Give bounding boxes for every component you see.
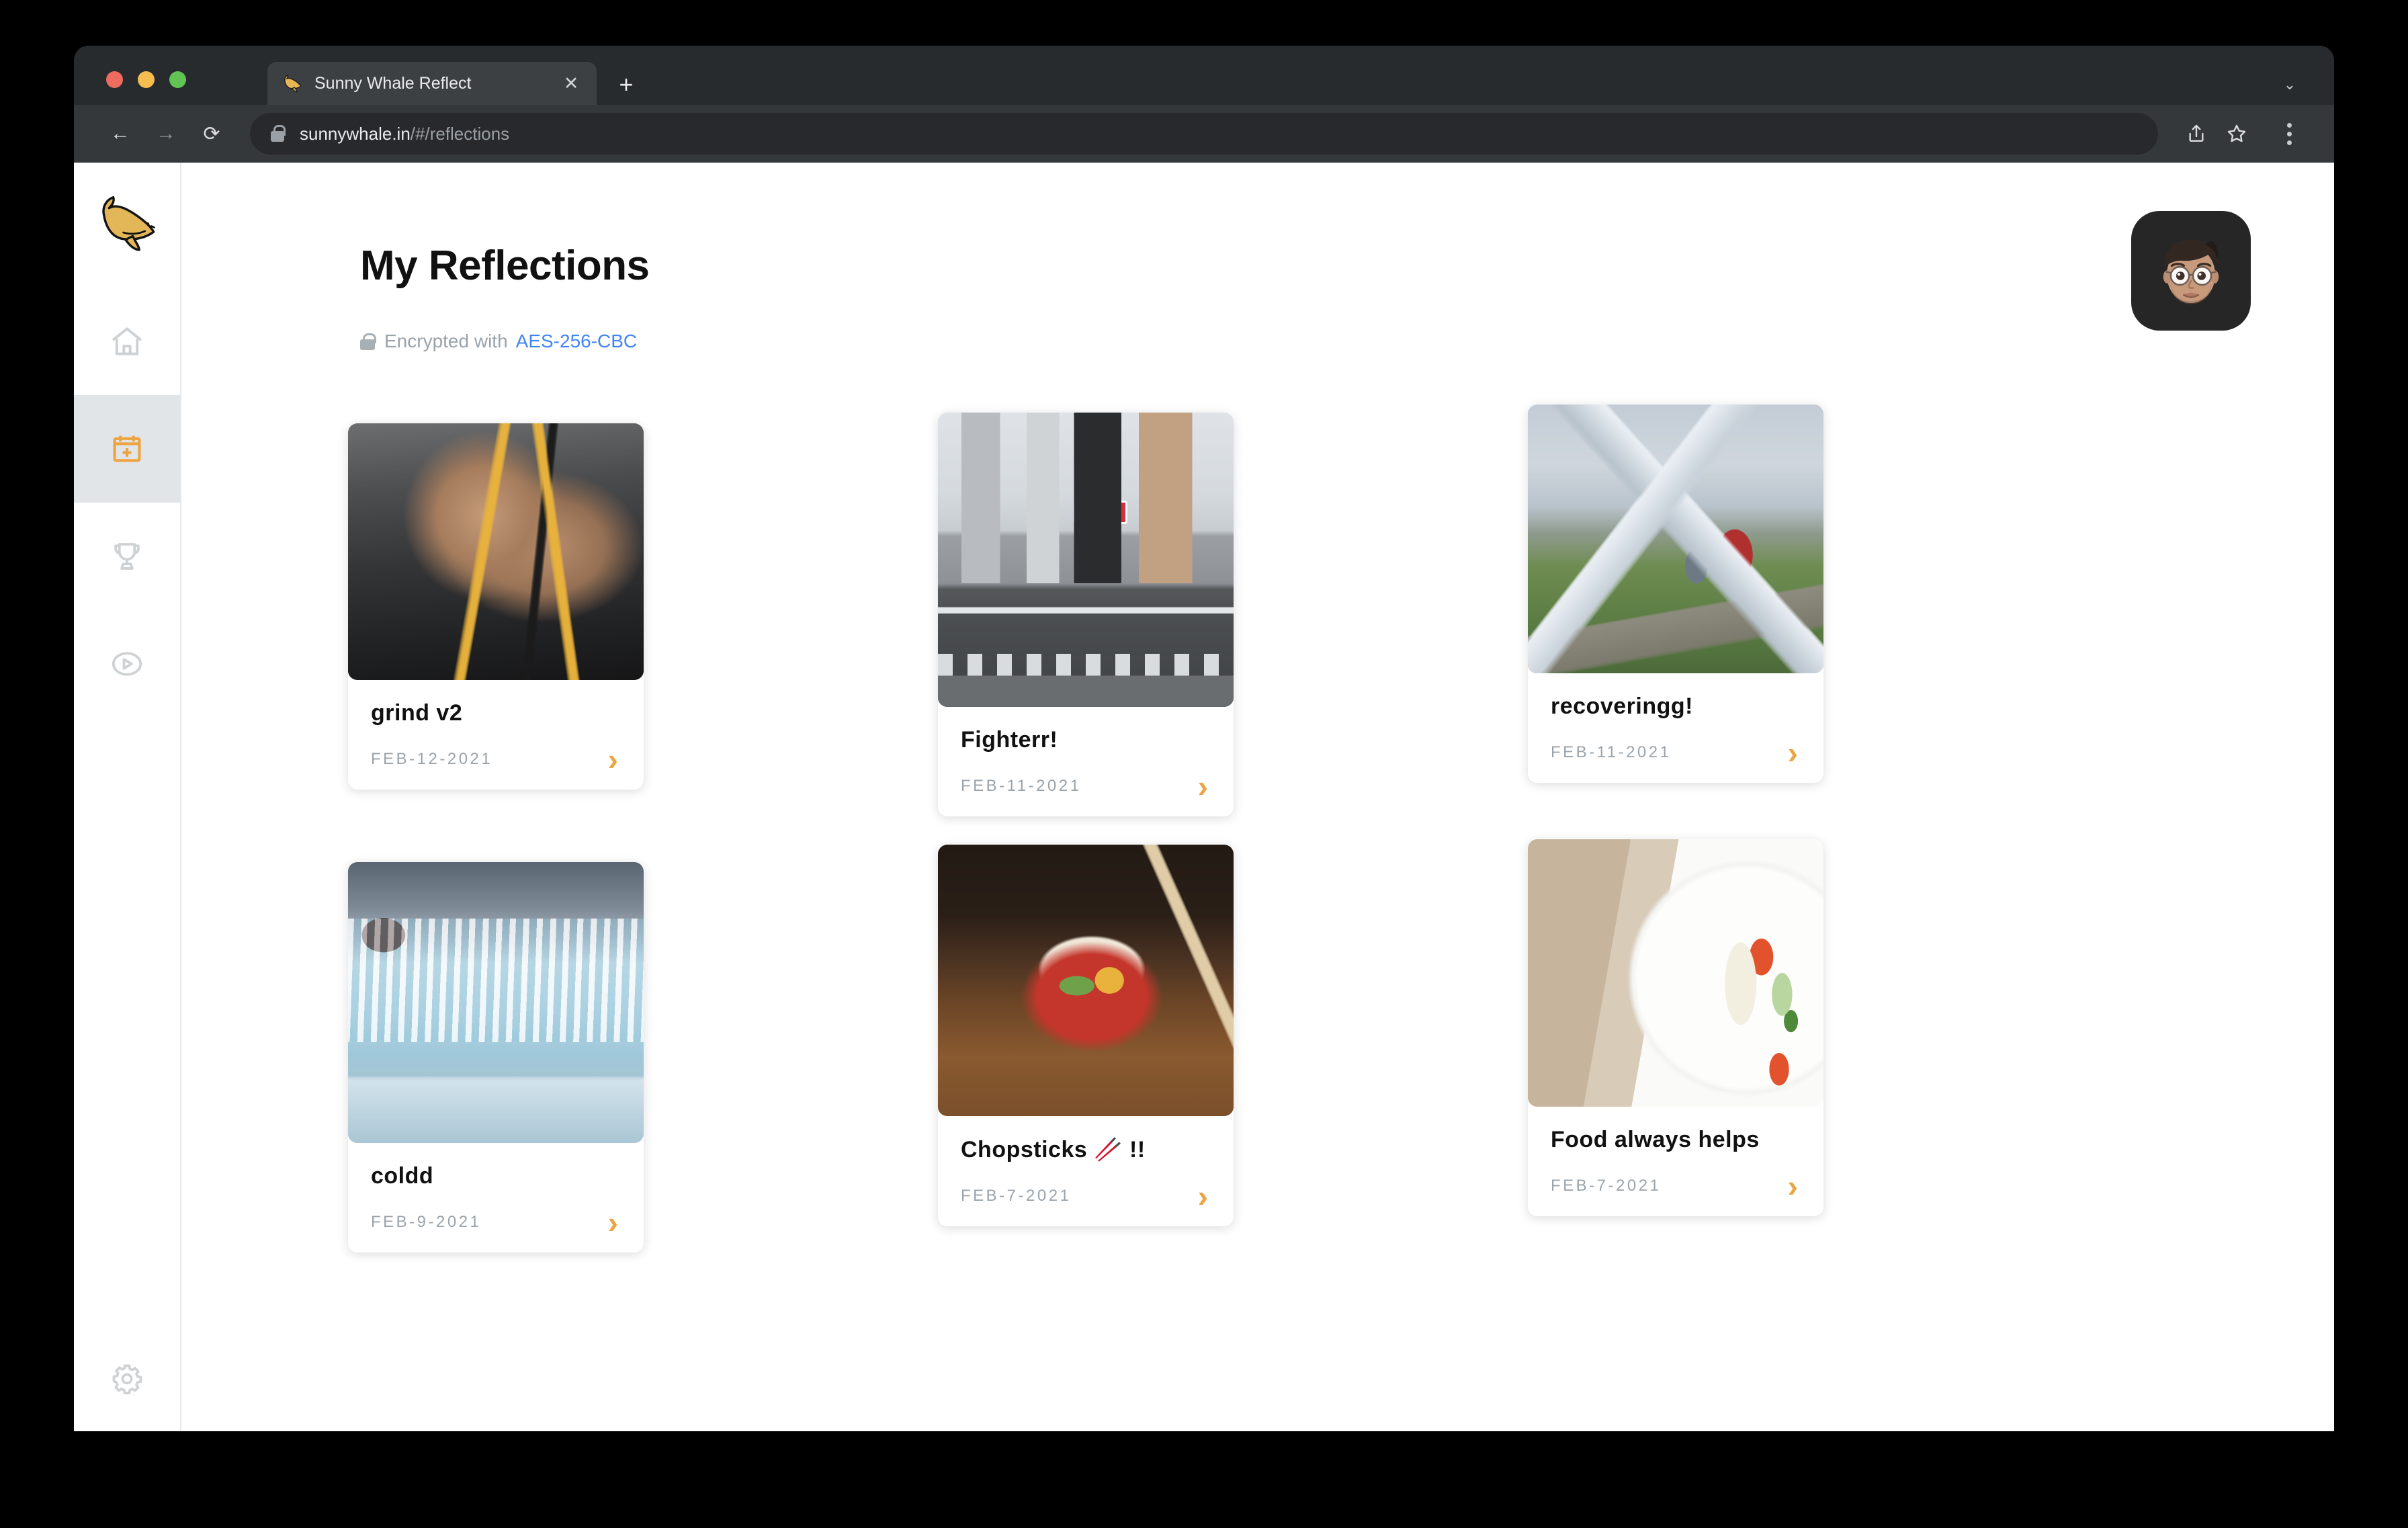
chevron-right-icon[interactable]: › [608, 744, 618, 775]
card-footer: FEB-9-2021 › [371, 1207, 621, 1238]
reflection-date: FEB-11-2021 [961, 777, 1082, 795]
lock-icon [269, 124, 286, 144]
window-controls[interactable] [106, 71, 186, 88]
reflection-photo-glacier-ice [348, 862, 644, 1143]
card-body: coldd FEB-9-2021 › [348, 1143, 644, 1253]
whale-icon [281, 72, 304, 95]
close-tab-button[interactable]: ✕ [559, 71, 583, 95]
reflection-photo-mountain-hikers [1528, 405, 1823, 673]
chevron-right-icon[interactable]: › [1788, 1171, 1798, 1201]
user-avatar-memoji [2163, 239, 2219, 304]
reflection-title: Fighterr! [961, 727, 1058, 753]
browser-window: Sunny Whale Reflect ✕ + ⌄ ← → ⟳ sunnywha… [74, 46, 2334, 1431]
reflection-card[interactable]: Food always helps FEB-7-2021 › [1528, 839, 1823, 1216]
minimize-window-button[interactable] [138, 71, 155, 88]
reflection-photo-ramen-bowl [938, 845, 1234, 1116]
encryption-notice: Encrypted with AES-256-CBC [360, 331, 637, 352]
sidebar-item-play[interactable] [74, 610, 180, 718]
trophy-icon [114, 543, 140, 570]
page-title: My Reflections [360, 243, 650, 289]
address-bar[interactable]: sunnywhale.in/#/reflections [250, 113, 2158, 155]
reflection-title: recoveringg! [1551, 693, 1693, 719]
reflection-title: grind v2 [371, 700, 463, 726]
forward-button[interactable]: → [146, 114, 185, 153]
new-tab-button[interactable]: + [611, 70, 641, 99]
card-body: Food always helps FEB-7-2021 › [1528, 1107, 1823, 1216]
sidebar-item-settings[interactable] [74, 1361, 180, 1396]
chevron-down-icon[interactable]: ⌄ [2278, 73, 2302, 97]
url-text: sunnywhale.in/#/reflections [300, 124, 509, 144]
url-path: /#/reflections [410, 123, 510, 144]
reflection-date: FEB-11-2021 [1551, 743, 1672, 761]
chevron-right-icon[interactable]: › [1788, 737, 1798, 768]
card-body: grind v2 FEB-12-2021 › [348, 680, 644, 790]
reflection-card[interactable]: Chopsticks 🥢 !! FEB-7-2021 › [938, 845, 1234, 1226]
reflection-date: FEB-7-2021 [961, 1187, 1072, 1205]
browser-tab[interactable]: Sunny Whale Reflect ✕ [267, 62, 597, 105]
encryption-label: Encrypted with [384, 331, 508, 351]
chevron-right-icon[interactable]: › [608, 1207, 618, 1238]
reflection-card[interactable]: grind v2 FEB-12-2021 › [348, 423, 644, 790]
bookmark-star-icon[interactable] [2219, 116, 2255, 152]
reload-button[interactable]: ⟳ [192, 114, 231, 153]
reflection-title: coldd [371, 1163, 434, 1189]
tab-strip: Sunny Whale Reflect ✕ + ⌄ [74, 46, 2334, 105]
reflection-card[interactable]: recoveringg! FEB-11-2021 › [1528, 405, 1823, 783]
browser-toolbar: ← → ⟳ sunnywhale.in/#/reflections [74, 105, 2334, 163]
sunny-whale-logo[interactable] [90, 189, 164, 254]
encryption-algorithm-link[interactable]: AES-256-CBC [516, 331, 638, 352]
reflection-date: FEB-12-2021 [371, 750, 493, 768]
reflection-photo-gym-trx-workout [348, 423, 644, 680]
sidebar-item-reflections[interactable] [74, 395, 180, 503]
share-icon[interactable] [2178, 116, 2214, 152]
reflection-photo-tokyo-street-gunpla [938, 413, 1234, 707]
reflection-card[interactable]: coldd FEB-9-2021 › [348, 862, 644, 1253]
reflection-date: FEB-9-2021 [371, 1213, 482, 1231]
chevron-right-icon[interactable]: › [1198, 1181, 1208, 1212]
card-footer: FEB-7-2021 › [1551, 1171, 1801, 1201]
lock-icon [360, 333, 376, 350]
back-button[interactable]: ← [101, 114, 140, 153]
sidebar-item-achievements[interactable] [74, 503, 180, 610]
card-body: Fighterr! FEB-11-2021 › [938, 707, 1234, 816]
kebab-menu-icon[interactable] [2271, 116, 2307, 152]
maximize-window-button[interactable] [169, 71, 186, 88]
sidebar-nav [74, 288, 180, 718]
page-viewport: My Reflections Encrypted with AES-256-CB… [74, 163, 2334, 1431]
card-footer: FEB-11-2021 › [1551, 737, 1801, 768]
app-sidebar [74, 163, 181, 1431]
sidebar-item-home[interactable] [74, 288, 180, 395]
reflection-title: Chopsticks 🥢 !! [961, 1137, 1146, 1162]
url-domain: sunnywhale.in [300, 123, 411, 144]
calendar-plus-icon [113, 435, 141, 462]
gear-icon [112, 1364, 142, 1395]
close-window-button[interactable] [106, 71, 123, 88]
avatar[interactable] [2131, 211, 2251, 331]
reflections-grid: grind v2 FEB-12-2021 › Fighterr! FEB-11-… [348, 405, 2334, 1431]
card-footer: FEB-11-2021 › [961, 771, 1211, 802]
card-footer: FEB-12-2021 › [371, 744, 621, 775]
card-body: Chopsticks 🥢 !! FEB-7-2021 › [938, 1116, 1234, 1226]
card-body: recoveringg! FEB-11-2021 › [1528, 673, 1823, 783]
reflection-title: Food always helps [1551, 1127, 1760, 1152]
play-circle-icon [112, 652, 142, 676]
tab-title: Sunny Whale Reflect [314, 73, 472, 93]
reflection-photo-lobster-plate [1528, 839, 1823, 1107]
reflection-card[interactable]: Fighterr! FEB-11-2021 › [938, 413, 1234, 816]
chevron-right-icon[interactable]: › [1198, 771, 1208, 802]
home-icon [112, 327, 142, 355]
main-content: My Reflections Encrypted with AES-256-CB… [181, 163, 2334, 1431]
reflection-date: FEB-7-2021 [1551, 1177, 1662, 1195]
card-footer: FEB-7-2021 › [961, 1181, 1211, 1212]
